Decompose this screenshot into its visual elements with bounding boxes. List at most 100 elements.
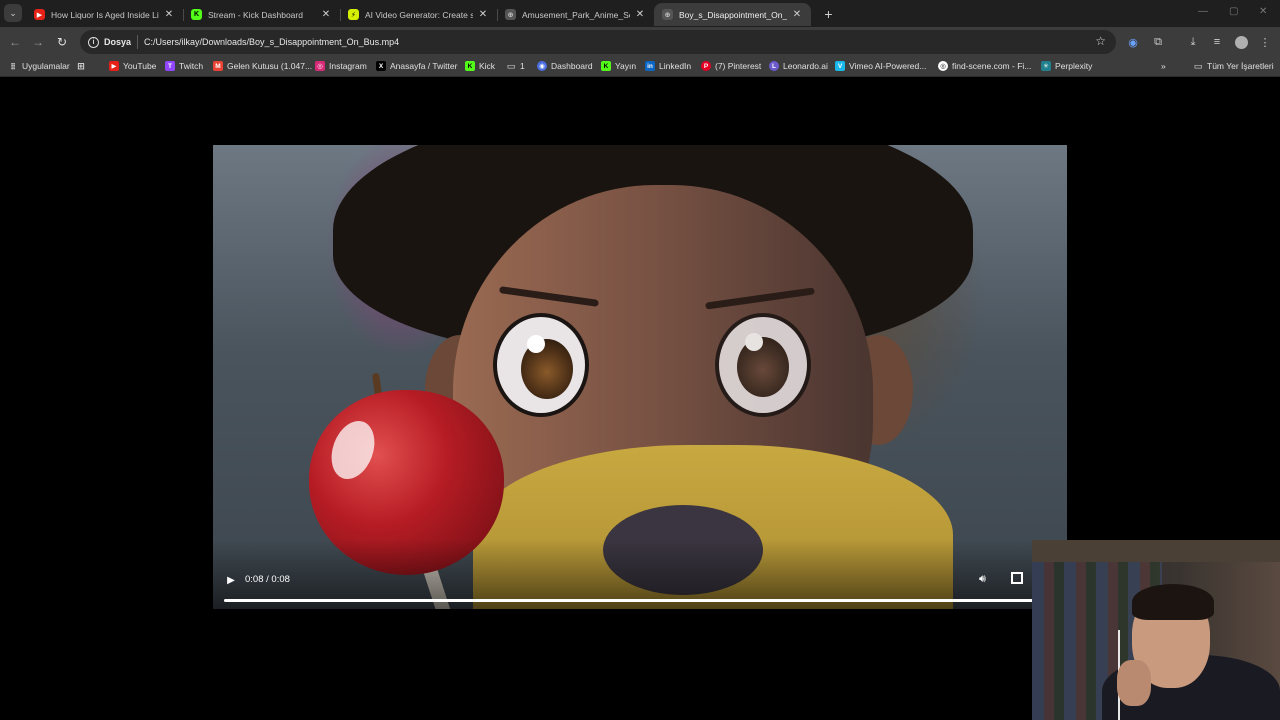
- bookmark-label: Leonardo.ai: [783, 61, 828, 71]
- reload-icon[interactable]: ↻: [54, 34, 70, 50]
- bookmark-label: Twitch: [179, 61, 204, 71]
- time-display: 0:08 / 0:08: [245, 574, 290, 585]
- divider: [137, 35, 139, 49]
- instagram-icon: ◎: [315, 61, 325, 71]
- webcam-shelf: [1032, 540, 1280, 562]
- bookmark-gmail[interactable]: M Gelen Kutusu (1.047...: [213, 61, 312, 71]
- bookmark-youtube[interactable]: ▶ YouTube: [109, 61, 156, 71]
- bookmark-vimeo[interactable]: V Vimeo AI-Powered...: [835, 61, 926, 71]
- tabs: ▶ How Liquor Is Aged Inside Living ✕ K S…: [26, 2, 811, 27]
- bolt-favicon-icon: ⚡: [348, 9, 359, 20]
- youtube-favicon-icon: ▶: [34, 9, 45, 20]
- bookmark-label: Uygulamalar: [22, 61, 70, 71]
- tab-title: Stream - Kick Dashboard: [208, 9, 303, 20]
- bookmark-label: Vimeo AI-Powered...: [849, 61, 927, 71]
- close-icon[interactable]: ✕: [791, 9, 803, 20]
- bookmark-label: Anasayfa / Twitter: [390, 61, 458, 71]
- back-arrow-icon[interactable]: ←: [7, 34, 23, 50]
- gmail-icon: M: [213, 61, 223, 71]
- bookmark-label: Perplexity: [1055, 61, 1093, 71]
- tab-4-active[interactable]: ⊕ Boy_s_Disappointment_On_Bus ✕: [654, 3, 811, 26]
- linkedin-icon: in: [645, 61, 655, 71]
- bookmark-folder-1[interactable]: ▭ 1: [506, 60, 525, 72]
- vimeo-icon: V: [835, 61, 845, 71]
- bookmark-find-scene[interactable]: ◎ find-scene.com - Fi...: [938, 61, 1031, 71]
- tab-search-button[interactable]: ⌄: [4, 4, 22, 22]
- tab-title: Boy_s_Disappointment_On_Bus: [679, 9, 787, 20]
- media-control-icon[interactable]: ≡: [1209, 34, 1225, 50]
- scheme-label: Dosya: [104, 37, 132, 47]
- perplexity-icon: ✳: [1041, 61, 1051, 71]
- close-icon[interactable]: ✕: [320, 9, 332, 20]
- seek-bar-fill: [224, 599, 1056, 602]
- volume-icon[interactable]: 🔊︎: [979, 573, 986, 586]
- bookmark-twitter[interactable]: X Anasayfa / Twitter: [376, 61, 457, 71]
- webcam-person-hand: [1117, 660, 1151, 706]
- bookmarks-overflow-button[interactable]: »: [1161, 61, 1166, 71]
- kick-favicon-icon: K: [191, 9, 202, 20]
- minimize-icon[interactable]: —: [1198, 6, 1208, 17]
- fullscreen-icon[interactable]: [1011, 572, 1023, 584]
- forward-arrow-icon[interactable]: →: [30, 34, 46, 50]
- menu-dots-icon[interactable]: ⋮: [1257, 34, 1273, 50]
- seek-bar[interactable]: [224, 599, 1056, 602]
- play-icon[interactable]: ▶: [225, 574, 237, 586]
- close-icon[interactable]: ✕: [477, 9, 489, 20]
- cast-icon[interactable]: ◉: [1125, 34, 1141, 50]
- tab-title: How Liquor Is Aged Inside Living: [51, 9, 159, 20]
- all-bookmarks[interactable]: ▭ Tüm Yer İşaretleri: [1193, 60, 1274, 72]
- close-icon[interactable]: ✕: [163, 9, 175, 20]
- pinterest-icon: P: [701, 61, 711, 71]
- globe-favicon-icon: ⊕: [662, 9, 673, 20]
- twitch-icon: T: [165, 61, 175, 71]
- bookmark-dashboard[interactable]: ◉ Dashboard: [537, 61, 593, 71]
- bookmark-star-icon[interactable]: ☆: [1095, 34, 1106, 48]
- globe-favicon-icon: ⊕: [505, 9, 516, 20]
- tab-1[interactable]: K Stream - Kick Dashboard ✕: [183, 3, 340, 26]
- bookmark-label: 1: [520, 61, 525, 71]
- download-icon[interactable]: ⤓: [1185, 34, 1201, 50]
- tab-3[interactable]: ⊕ Amusement_Park_Anime_Scene ✕: [497, 3, 654, 26]
- toolbar: ← → ↻ i Dosya C:/Users/ilkay/Downloads/B…: [0, 27, 1280, 57]
- bookmark-apps[interactable]: ⣿ Uygulamalar: [8, 61, 70, 71]
- folder-icon: ▭: [506, 60, 516, 71]
- grid-squares-icon: ⊞: [77, 60, 85, 71]
- bookmark-perplexity[interactable]: ✳ Perplexity: [1041, 61, 1092, 71]
- video-frame-eye-right: [715, 313, 811, 417]
- address-bar[interactable]: i Dosya C:/Users/ilkay/Downloads/Boy_s_D…: [80, 30, 1116, 54]
- bookmark-kick[interactable]: K Kick: [465, 61, 495, 71]
- bookmark-yayin[interactable]: K Yayın: [601, 61, 636, 71]
- leonardo-icon: L: [769, 61, 779, 71]
- kick-icon: K: [601, 61, 611, 71]
- folder-icon: ▭: [1193, 60, 1203, 71]
- video-player[interactable]: ▶ 0:08 / 0:08 🔊︎: [213, 145, 1067, 609]
- bookmark-linkedin[interactable]: in LinkedIn: [645, 61, 691, 71]
- video-frame-eye-left: [493, 313, 589, 417]
- bookmark-instagram[interactable]: ◎ Instagram: [315, 61, 367, 71]
- profile-avatar-icon[interactable]: [1233, 34, 1249, 50]
- bookmark-leonardo[interactable]: L Leonardo.ai: [769, 61, 828, 71]
- bookmark-label: Kick: [479, 61, 496, 71]
- maximize-icon[interactable]: ▢: [1229, 6, 1238, 17]
- video-controls: ▶ 0:08 / 0:08 🔊︎: [213, 559, 1067, 609]
- tab-title: Amusement_Park_Anime_Scene: [522, 9, 630, 20]
- tab-2[interactable]: ⚡ AI Video Generator: Create stu ✕: [340, 3, 497, 26]
- bookmark-pinterest[interactable]: P (7) Pinterest: [701, 61, 761, 71]
- new-tab-button[interactable]: +: [820, 5, 837, 22]
- bookmark-label: Instagram: [329, 61, 367, 71]
- bookmark-label: Yayın: [615, 61, 637, 71]
- bookmark-label: find-scene.com - Fi...: [952, 61, 1032, 71]
- url-text[interactable]: C:/Users/ilkay/Downloads/Boy_s_Disappoin…: [144, 37, 399, 47]
- grid-icon[interactable]: ⊞: [76, 61, 90, 71]
- bookmarks-bar: ⣿ Uygulamalar ⊞ ▶ YouTube T Twitch M Gel…: [0, 57, 1280, 77]
- webcam-person-hair: [1132, 584, 1214, 620]
- info-icon[interactable]: i: [88, 36, 99, 48]
- x-twitter-icon: X: [376, 61, 386, 71]
- extensions-icon[interactable]: ⧉: [1150, 34, 1166, 50]
- bookmark-label: Gelen Kutusu (1.047...: [227, 61, 313, 71]
- close-icon[interactable]: ✕: [634, 9, 646, 20]
- window-close-icon[interactable]: ✕: [1259, 6, 1267, 17]
- tab-title: AI Video Generator: Create stu: [365, 9, 473, 20]
- bookmark-twitch[interactable]: T Twitch: [165, 61, 203, 71]
- tab-0[interactable]: ▶ How Liquor Is Aged Inside Living ✕: [26, 3, 183, 26]
